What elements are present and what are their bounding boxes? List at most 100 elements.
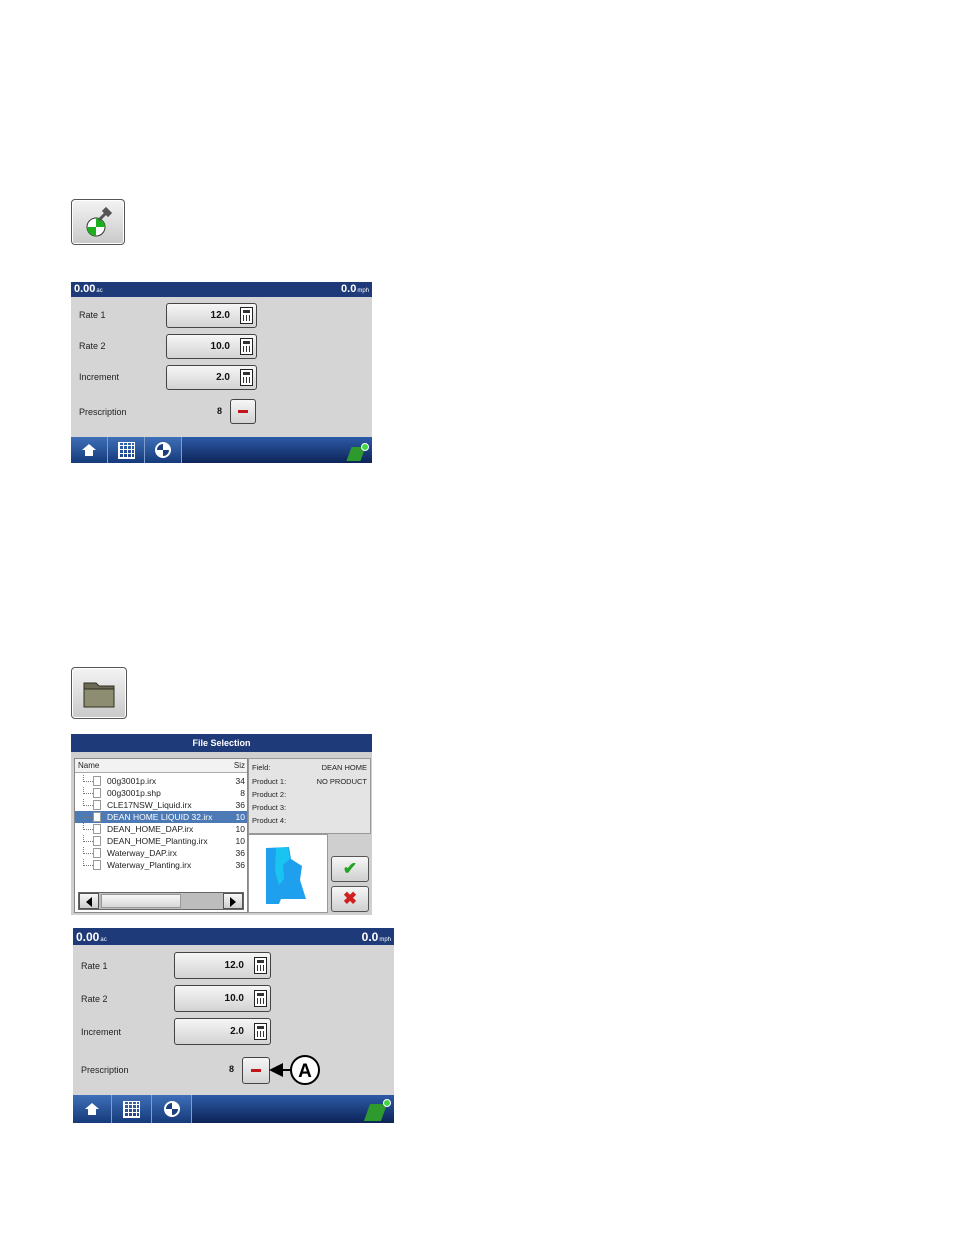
calculator-icon <box>240 338 253 355</box>
rate2-label: Rate 2 <box>79 341 106 351</box>
dialog-title: File Selection <box>71 734 372 752</box>
rate1-label: Rate 1 <box>81 961 108 971</box>
rate2-value: 10.0 <box>210 341 230 352</box>
file-icon <box>93 860 101 870</box>
file-icon <box>93 836 101 846</box>
file-icon <box>93 776 101 786</box>
bottom-nav <box>73 1095 394 1123</box>
rate1-value: 12.0 <box>210 310 230 321</box>
file-icon <box>93 848 101 858</box>
product1-label: Product 1: <box>252 777 287 786</box>
cancel-button[interactable]: ✖ <box>331 886 369 912</box>
rate2-label: Rate 2 <box>81 994 108 1004</box>
column-name: Name <box>78 761 100 770</box>
scroll-left-button[interactable] <box>79 893 99 909</box>
prescription-count: 8 <box>229 1064 235 1074</box>
area-unit: ac <box>96 288 103 294</box>
file-icon <box>93 800 101 810</box>
speed-unit: mph <box>379 937 391 943</box>
product3-label: Product 3: <box>252 803 287 812</box>
gps-status-icon[interactable] <box>346 443 369 461</box>
rate2-field[interactable]: 10.0 <box>174 985 271 1012</box>
column-size: Siz <box>233 761 245 770</box>
file-row[interactable]: Waterway_Planting.irx 36 <box>75 859 247 871</box>
file-icon <box>93 812 101 822</box>
grid-button[interactable] <box>112 1095 152 1123</box>
increment-label: Increment <box>81 1027 122 1037</box>
rate2-value: 10.0 <box>224 993 244 1004</box>
scroll-right-button[interactable] <box>223 893 243 909</box>
speed-unit: mph <box>357 288 369 294</box>
prescription-remove-button[interactable] <box>242 1057 270 1084</box>
grid-button[interactable] <box>108 437 145 463</box>
status-bar: 0.00ac 0.0mph <box>71 282 372 297</box>
calculator-icon <box>240 369 253 386</box>
file-row[interactable]: 00g3001p.shp 8 <box>75 787 247 799</box>
file-list-header: Name Siz <box>75 759 247 773</box>
wrench-pie-icon <box>86 206 113 237</box>
prescription-count: 8 <box>217 406 223 416</box>
scroll-thumb[interactable] <box>101 894 181 908</box>
field-value: DEAN HOME <box>321 763 367 772</box>
check-icon: ✔ <box>342 859 358 878</box>
file-icon <box>93 788 101 798</box>
product2-label: Product 2: <box>252 790 287 799</box>
folder-icon <box>83 682 115 708</box>
rate2-field[interactable]: 10.0 <box>166 334 257 359</box>
increment-value: 2.0 <box>216 372 230 383</box>
rate1-field[interactable]: 12.0 <box>166 303 257 328</box>
file-info: Field: DEAN HOME Product 1: NO PRODUCT Pro… <box>248 758 371 834</box>
calculator-icon <box>254 1023 267 1040</box>
field-boundary-shape <box>266 847 306 904</box>
speed-value: 0.0 <box>361 930 379 944</box>
file-row[interactable]: Waterway_DAP.irx 36 <box>75 847 247 859</box>
calculator-icon <box>240 307 253 324</box>
field-map-preview <box>248 834 328 913</box>
file-icon <box>93 824 101 834</box>
file-row[interactable]: DEAN_HOME_DAP.irx 10 <box>75 823 247 835</box>
pie-icon <box>155 442 171 458</box>
gps-status-icon[interactable] <box>363 1099 391 1121</box>
increment-field[interactable]: 2.0 <box>174 1018 271 1045</box>
file-row[interactable]: CLE17NSW_Liquid.irx 36 <box>75 799 247 811</box>
grid-icon <box>123 1100 140 1118</box>
rate1-label: Rate 1 <box>79 310 106 320</box>
file-row[interactable]: 00g3001p.irx 34 <box>75 775 247 787</box>
calculator-icon <box>254 957 267 974</box>
callout-arrow <box>269 1063 291 1077</box>
home-icon <box>82 444 96 456</box>
rate1-field[interactable]: 12.0 <box>174 952 271 979</box>
console-panel-1: 0.00ac 0.0mph Rate 1 12.0 Rate 2 10.0 In… <box>71 282 372 463</box>
horizontal-scrollbar[interactable] <box>78 892 244 910</box>
file-row[interactable]: DEAN_HOME_Planting.irx 10 <box>75 835 247 847</box>
area-unit: ac <box>100 937 107 943</box>
speed-value: 0.0 <box>341 283 357 295</box>
close-icon: ✖ <box>342 889 358 908</box>
prescription-label: Prescription <box>79 407 127 417</box>
product1-value: NO PRODUCT <box>316 777 367 786</box>
home-icon <box>85 1103 99 1115</box>
field-label: Field: <box>252 763 271 772</box>
folder-button[interactable] <box>71 667 127 719</box>
tools-button[interactable] <box>71 199 125 245</box>
prescription-remove-button[interactable] <box>230 399 256 424</box>
prescription-label: Prescription <box>81 1065 129 1075</box>
diagnostics-button[interactable] <box>152 1095 192 1123</box>
home-button[interactable] <box>73 1095 112 1123</box>
status-bar: 0.00ac 0.0mph <box>73 928 394 945</box>
arrow-left-icon <box>86 897 92 907</box>
accept-button[interactable]: ✔ <box>331 856 369 882</box>
increment-value: 2.0 <box>230 1026 244 1037</box>
file-row-selected[interactable]: DEAN HOME LIQUID 32.irx 10 <box>75 811 247 823</box>
area-value: 0.00 <box>76 930 100 944</box>
home-button[interactable] <box>71 437 108 463</box>
file-list[interactable]: Name Siz 00g3001p.irx 34 00g3001p.shp 8 CL… <box>74 758 248 913</box>
bottom-nav <box>71 437 372 463</box>
increment-field[interactable]: 2.0 <box>166 365 257 390</box>
increment-label: Increment <box>79 372 120 382</box>
file-selection-dialog: File Selection Name Siz 00g3001p.irx 34 0… <box>71 734 372 915</box>
diagnostics-button[interactable] <box>145 437 182 463</box>
grid-icon <box>117 441 135 459</box>
pie-icon <box>163 1101 180 1117</box>
calculator-icon <box>254 990 267 1007</box>
